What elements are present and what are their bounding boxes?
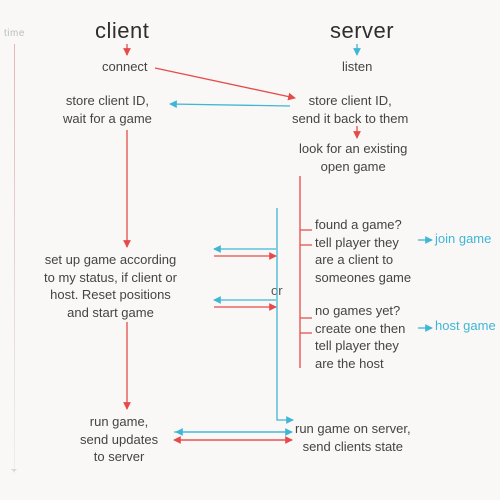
node-client-connect: connect	[102, 58, 148, 76]
column-header-client: client	[95, 18, 149, 44]
column-header-server: server	[330, 18, 394, 44]
branch-or-label: or	[269, 283, 285, 298]
time-axis-arrow	[14, 44, 15, 474]
label-host-game: host game	[435, 318, 496, 335]
node-client-store: store client ID, wait for a game	[63, 92, 152, 127]
time-axis-label: time	[4, 28, 25, 39]
node-server-found: found a game? tell player they are a cli…	[315, 216, 411, 286]
node-server-listen: listen	[342, 58, 372, 76]
node-client-run: run game, send updates to server	[80, 413, 158, 466]
node-server-none: no games yet? create one then tell playe…	[315, 302, 405, 372]
node-server-store: store client ID, send it back to them	[292, 92, 408, 127]
diagram-arrows	[0, 0, 500, 500]
node-server-run: run game on server, send clients state	[295, 420, 411, 455]
label-join-game: join game	[435, 231, 491, 248]
node-client-setup: set up game according to my status, if c…	[44, 251, 177, 321]
node-server-look: look for an existing open game	[299, 140, 407, 175]
